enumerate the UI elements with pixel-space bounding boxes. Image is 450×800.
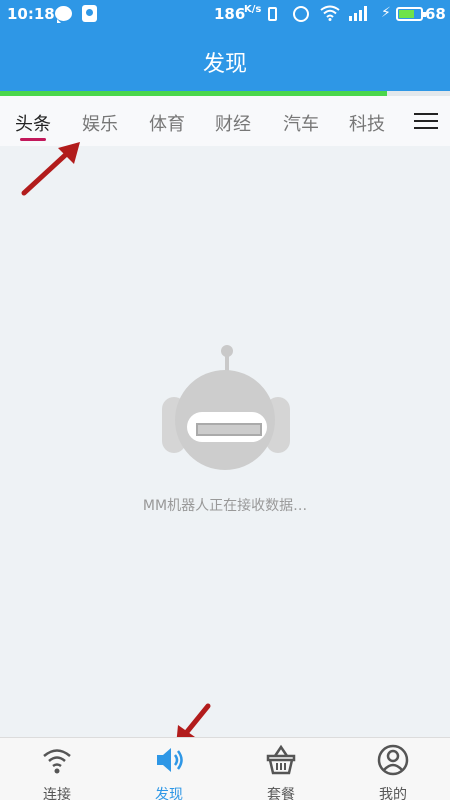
nav-connect-label: 连接 (43, 787, 71, 800)
user-icon (377, 744, 409, 776)
robot-illustration (150, 345, 300, 485)
basket-icon (266, 744, 296, 775)
status-time: 10:18 (7, 5, 55, 23)
signal-icon (349, 6, 367, 21)
battery-icon (396, 7, 426, 21)
title-bar: 发现 (0, 29, 450, 91)
battery-level: 68 (425, 5, 446, 23)
tab-finance[interactable]: 财经 (205, 110, 261, 136)
nav-discover[interactable]: 发现 (134, 744, 204, 800)
network-speed: 186 (214, 5, 246, 23)
menu-icon[interactable] (414, 113, 438, 131)
vibrate-icon (268, 7, 277, 21)
tab-sports[interactable]: 体育 (139, 110, 195, 136)
charging-icon: ⚡ (381, 5, 391, 21)
nav-plans-label: 套餐 (267, 787, 295, 800)
nav-mine[interactable]: 我的 (358, 744, 428, 800)
nav-plans[interactable]: 套餐 (246, 744, 316, 800)
wifi-icon (43, 749, 71, 774)
notification-app-icon (82, 5, 97, 22)
tab-auto[interactable]: 汽车 (273, 110, 329, 136)
annotation-arrow-tabs (21, 142, 80, 196)
tab-tech[interactable]: 科技 (339, 110, 395, 136)
nav-discover-label: 发现 (155, 787, 183, 800)
page-title: 发现 (202, 52, 247, 77)
loading-text: MM机器人正在接收数据… (142, 498, 308, 514)
nav-mine-label: 我的 (379, 787, 407, 800)
nav-connect[interactable]: 连接 (22, 744, 92, 800)
tab-headlines[interactable]: 头条 (5, 110, 61, 136)
robot-visor (187, 412, 267, 442)
status-bar: 10:18 186 K/s ⚡ 68 (0, 0, 450, 29)
tab-entertainment[interactable]: 娱乐 (72, 110, 128, 136)
message-icon (55, 6, 72, 23)
bottom-nav: 连接 发现 套餐 我的 (0, 737, 450, 800)
alarm-icon (293, 6, 309, 22)
wifi-status-icon (320, 5, 340, 21)
speaker-icon (157, 748, 183, 772)
network-speed-unit: K/s (244, 4, 262, 15)
